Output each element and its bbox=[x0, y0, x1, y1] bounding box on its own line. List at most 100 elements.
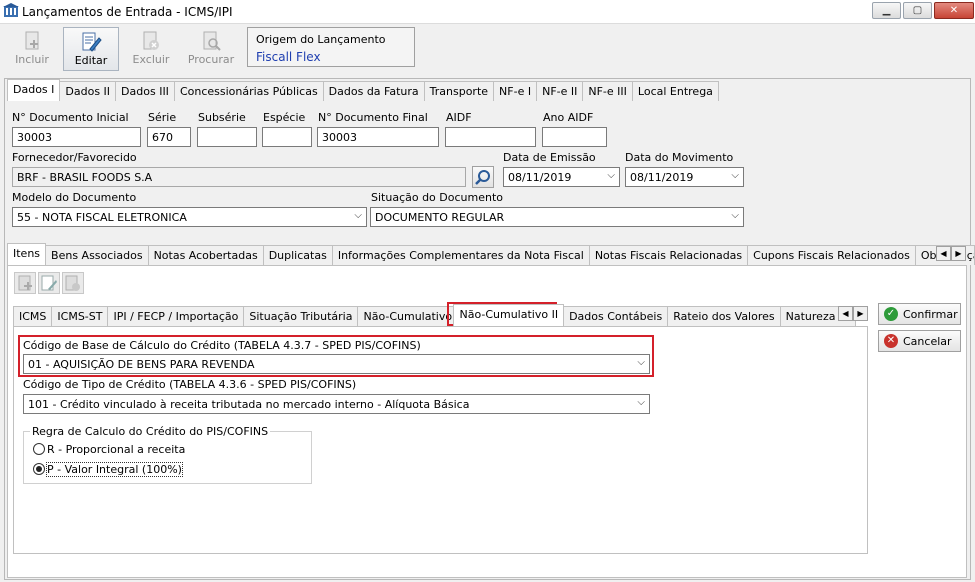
situacao-select[interactable]: DOCUMENTO REGULAR ⌵ bbox=[370, 207, 744, 227]
especie-label: Espécie bbox=[263, 111, 306, 124]
tab-nfe-iii[interactable]: NF-e III bbox=[582, 81, 633, 101]
tab-icms-st[interactable]: ICMS-ST bbox=[51, 306, 109, 326]
fornecedor-input[interactable]: BRF - BRASIL FOODS S.A bbox=[12, 167, 466, 187]
nro-doc-fin-label: N° Documento Final bbox=[318, 111, 428, 124]
tab-situacao-tributaria[interactable]: Situação Tributária bbox=[243, 306, 359, 326]
tab-dados-iii[interactable]: Dados III bbox=[115, 81, 175, 101]
cod-base-highlight bbox=[18, 335, 654, 377]
fornecedor-label: Fornecedor/Favorecido bbox=[12, 151, 137, 164]
excluir-button[interactable]: Excluir bbox=[123, 27, 179, 71]
delete-item-icon bbox=[63, 275, 83, 296]
editar-label: Editar bbox=[74, 54, 108, 67]
tab-icms[interactable]: ICMS bbox=[13, 306, 53, 326]
confirmar-label: Confirmar bbox=[903, 308, 958, 321]
toolbar: Incluir Editar Excluir Procurar bbox=[0, 24, 975, 74]
aidf-input[interactable] bbox=[445, 127, 536, 147]
item-tabs: ICMS ICMS-ST IPI / FECP / Importação Sit… bbox=[13, 304, 856, 326]
add-item-icon bbox=[15, 275, 35, 296]
cod-tipo-label: Código de Tipo de Crédito (TABELA 4.3.6 … bbox=[23, 378, 357, 391]
origem-value: Fiscall Flex bbox=[256, 50, 321, 64]
item-tabs-scroll: ◀ ▶ bbox=[838, 306, 868, 321]
cod-tipo-value: 101 - Crédito vinculado à receita tribut… bbox=[28, 398, 470, 411]
tab-nfe-ii[interactable]: NF-e II bbox=[536, 81, 584, 101]
data-emissao-value: 08/11/2019 bbox=[508, 171, 572, 184]
modelo-label: Modelo do Documento bbox=[12, 191, 137, 204]
tab-nao-cumulativo-i[interactable]: Não-Cumulativo I bbox=[357, 306, 455, 326]
edit-item-icon bbox=[39, 275, 59, 296]
scroll-left-icon[interactable]: ◀ bbox=[936, 246, 951, 261]
ano-aidf-input[interactable] bbox=[542, 127, 607, 147]
search-document-icon bbox=[200, 30, 222, 52]
serie-label: Série bbox=[148, 111, 177, 124]
confirmar-button[interactable]: ✓ Confirmar bbox=[878, 303, 961, 325]
minimize-button[interactable]: ▁ bbox=[872, 2, 901, 19]
cancelar-label: Cancelar bbox=[903, 335, 952, 348]
tab-info-complementares[interactable]: Informações Complementares da Nota Fisca… bbox=[331, 245, 590, 265]
search-icon bbox=[473, 170, 493, 190]
radio-valor-integral[interactable]: P - Valor Integral (100%) bbox=[33, 462, 183, 477]
data-emissao-picker[interactable]: 08/11/2019 ⌵ bbox=[503, 167, 620, 187]
tab-cupons-relacionados[interactable]: Cupons Fiscais Relacionados bbox=[747, 245, 916, 265]
editar-button[interactable]: Editar bbox=[63, 27, 119, 71]
serie-input[interactable]: 670 bbox=[147, 127, 191, 147]
app-icon bbox=[3, 3, 19, 19]
procurar-button[interactable]: Procurar bbox=[183, 27, 239, 71]
radio-proporcional[interactable]: R - Proporcional a receita bbox=[33, 443, 185, 456]
tab-dados-fatura[interactable]: Dados da Fatura bbox=[322, 81, 425, 101]
especie-input[interactable] bbox=[262, 127, 312, 147]
cancel-icon: ✕ bbox=[884, 334, 898, 348]
tab-bens-associados[interactable]: Bens Associados bbox=[45, 245, 149, 265]
data-emissao-label: Data de Emissão bbox=[503, 151, 596, 164]
chevron-down-icon: ⌵ bbox=[731, 170, 739, 181]
data-movimento-picker[interactable]: 08/11/2019 ⌵ bbox=[625, 167, 744, 187]
origem-label: Origem do Lançamento bbox=[256, 33, 386, 46]
tab-concessionarias[interactable]: Concessionárias Públicas bbox=[173, 81, 324, 101]
modelo-value: 55 - NOTA FISCAL ELETRONICA bbox=[17, 211, 187, 224]
situacao-label: Situação do Documento bbox=[371, 191, 504, 204]
window-title: Lançamentos de Entrada - ICMS/IPI bbox=[22, 5, 233, 19]
radio-selected-icon bbox=[33, 463, 45, 475]
incluir-label: Incluir bbox=[15, 53, 49, 66]
ano-aidf-label: Ano AIDF bbox=[543, 111, 594, 124]
cod-tipo-select[interactable]: 101 - Crédito vinculado à receita tribut… bbox=[23, 394, 650, 414]
edit-document-icon bbox=[80, 31, 102, 53]
tab-transporte[interactable]: Transporte bbox=[423, 81, 495, 101]
tab-itens[interactable]: Itens bbox=[7, 243, 47, 265]
scroll-right-icon[interactable]: ▶ bbox=[853, 306, 868, 321]
origem-panel: Origem do Lançamento Fiscall Flex bbox=[247, 27, 415, 67]
nro-doc-ini-input[interactable]: 30003 bbox=[12, 127, 141, 147]
scroll-right-icon[interactable]: ▶ bbox=[951, 246, 966, 261]
excluir-label: Excluir bbox=[132, 53, 170, 66]
tab-local-entrega[interactable]: Local Entrega bbox=[631, 81, 719, 101]
data-movimento-value: 08/11/2019 bbox=[630, 171, 694, 184]
tab-ipi-fecp[interactable]: IPI / FECP / Importação bbox=[107, 306, 245, 326]
search-fornecedor-button[interactable] bbox=[472, 166, 494, 188]
radio-valor-integral-label: P - Valor Integral (100%) bbox=[46, 462, 183, 477]
maximize-button[interactable]: ▢ bbox=[903, 2, 932, 19]
tab-notas-acobertadas[interactable]: Notas Acobertadas bbox=[147, 245, 264, 265]
regra-calculo-group bbox=[23, 431, 312, 484]
edit-item-button[interactable] bbox=[38, 272, 60, 294]
modelo-select[interactable]: 55 - NOTA FISCAL ELETRONICA ⌵ bbox=[12, 207, 367, 227]
nro-doc-ini-label: N° Documento Inicial bbox=[12, 111, 129, 124]
tab-nao-cumulativo-ii[interactable]: Não-Cumulativo II bbox=[453, 304, 565, 326]
cancelar-button[interactable]: ✕ Cancelar bbox=[878, 330, 961, 352]
tab-rateio-valores[interactable]: Rateio dos Valores bbox=[667, 306, 781, 326]
scroll-left-icon[interactable]: ◀ bbox=[838, 306, 853, 321]
incluir-button[interactable]: Incluir bbox=[4, 27, 60, 71]
subserie-input[interactable] bbox=[197, 127, 257, 147]
tab-dados-i[interactable]: Dados I bbox=[7, 79, 61, 101]
new-document-icon bbox=[21, 30, 43, 52]
delete-item-button[interactable] bbox=[62, 272, 84, 294]
add-item-button[interactable] bbox=[14, 272, 36, 294]
close-button[interactable]: ✕ bbox=[934, 2, 974, 19]
data-movimento-label: Data do Movimento bbox=[625, 151, 734, 164]
nro-doc-fin-input[interactable]: 30003 bbox=[317, 127, 439, 147]
tab-nfe-i[interactable]: NF-e I bbox=[493, 81, 538, 101]
radio-circle-icon bbox=[33, 443, 45, 455]
tab-dados-ii[interactable]: Dados II bbox=[59, 81, 117, 101]
title-bar: Lançamentos de Entrada - ICMS/IPI ▁ ▢ ✕ bbox=[0, 0, 975, 24]
tab-dados-contabeis[interactable]: Dados Contábeis bbox=[563, 306, 669, 326]
tab-notas-relacionadas[interactable]: Notas Fiscais Relacionadas bbox=[588, 245, 749, 265]
tab-duplicatas[interactable]: Duplicatas bbox=[262, 245, 333, 265]
